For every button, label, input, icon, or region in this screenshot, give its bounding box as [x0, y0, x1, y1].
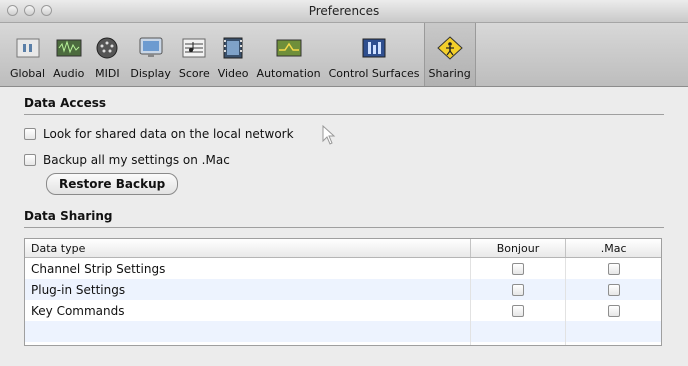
tab-sharing[interactable]: Sharing [423, 22, 476, 86]
table-row[interactable]: Key Commands [25, 300, 661, 321]
sharing-icon [435, 35, 465, 61]
tab-label: MIDI [95, 67, 120, 80]
mac-checkbox[interactable] [607, 262, 620, 275]
table-header: Data type Bonjour .Mac [25, 239, 661, 258]
backup-settings-checkbox[interactable] [24, 154, 36, 166]
backup-settings-option[interactable]: Backup all my settings on .Mac [24, 153, 664, 167]
tab-display[interactable]: Display [126, 22, 175, 86]
tab-video[interactable]: Video [214, 22, 253, 86]
display-icon [136, 35, 166, 61]
tab-label: Video [217, 67, 249, 80]
preferences-toolbar: Global Audio MIDI Display Score Video Au… [0, 22, 688, 87]
mac-checkbox[interactable] [607, 304, 620, 317]
restore-backup-button[interactable]: Restore Backup [46, 173, 179, 195]
table-row-empty [25, 342, 661, 345]
window-title: Preferences [308, 4, 380, 18]
bonjour-checkbox[interactable] [511, 304, 524, 317]
audio-icon [54, 35, 84, 61]
bonjour-checkbox[interactable] [511, 262, 524, 275]
midi-icon [92, 35, 122, 61]
preferences-window: Preferences Global Audio MIDI Display Sc… [0, 0, 688, 366]
row-data-type: Plug-in Settings [31, 282, 126, 297]
automation-icon [274, 35, 304, 61]
tab-automation[interactable]: Automation [253, 22, 325, 86]
tab-midi[interactable]: MIDI [88, 22, 126, 86]
tab-control-surfaces[interactable]: Control Surfaces [325, 22, 424, 86]
table-row-empty [25, 321, 661, 342]
look-shared-data-checkbox[interactable] [24, 128, 36, 140]
row-data-type: Channel Strip Settings [31, 261, 166, 276]
tab-label: Score [178, 67, 210, 80]
table-row[interactable]: Channel Strip Settings [25, 258, 661, 279]
bonjour-checkbox[interactable] [511, 283, 524, 296]
video-icon [218, 35, 248, 61]
backup-settings-label: Backup all my settings on .Mac [43, 153, 230, 167]
data-access-heading: Data Access [24, 96, 664, 115]
control-surfaces-icon [359, 35, 389, 61]
look-shared-data-label: Look for shared data on the local networ… [43, 127, 294, 141]
column-header-mac[interactable]: .Mac [565, 239, 661, 257]
sharing-pane: Data Access Look for shared data on the … [0, 87, 688, 366]
tab-label: Display [130, 67, 171, 80]
title-bar: Preferences [0, 0, 688, 23]
tab-label: Audio [53, 67, 85, 80]
look-shared-data-option[interactable]: Look for shared data on the local networ… [24, 127, 664, 141]
tab-label: Global [10, 67, 46, 80]
global-icon [13, 35, 43, 61]
column-header-bonjour[interactable]: Bonjour [469, 239, 566, 257]
row-data-type: Key Commands [31, 303, 125, 318]
mac-checkbox[interactable] [607, 283, 620, 296]
tab-label: Control Surfaces [328, 67, 420, 80]
tab-score[interactable]: Score [175, 22, 214, 86]
tab-global[interactable]: Global [6, 22, 49, 86]
score-icon [179, 35, 209, 61]
tab-audio[interactable]: Audio [49, 22, 88, 86]
mouse-pointer-icon [322, 124, 336, 148]
column-header-data-type[interactable]: Data type [25, 239, 470, 257]
data-sharing-table: Data type Bonjour .Mac Channel Strip Set… [24, 238, 662, 346]
tab-label: Automation [256, 67, 321, 80]
data-sharing-heading: Data Sharing [24, 209, 664, 228]
tab-label: Sharing [428, 67, 471, 80]
table-row[interactable]: Plug-in Settings [25, 279, 661, 300]
